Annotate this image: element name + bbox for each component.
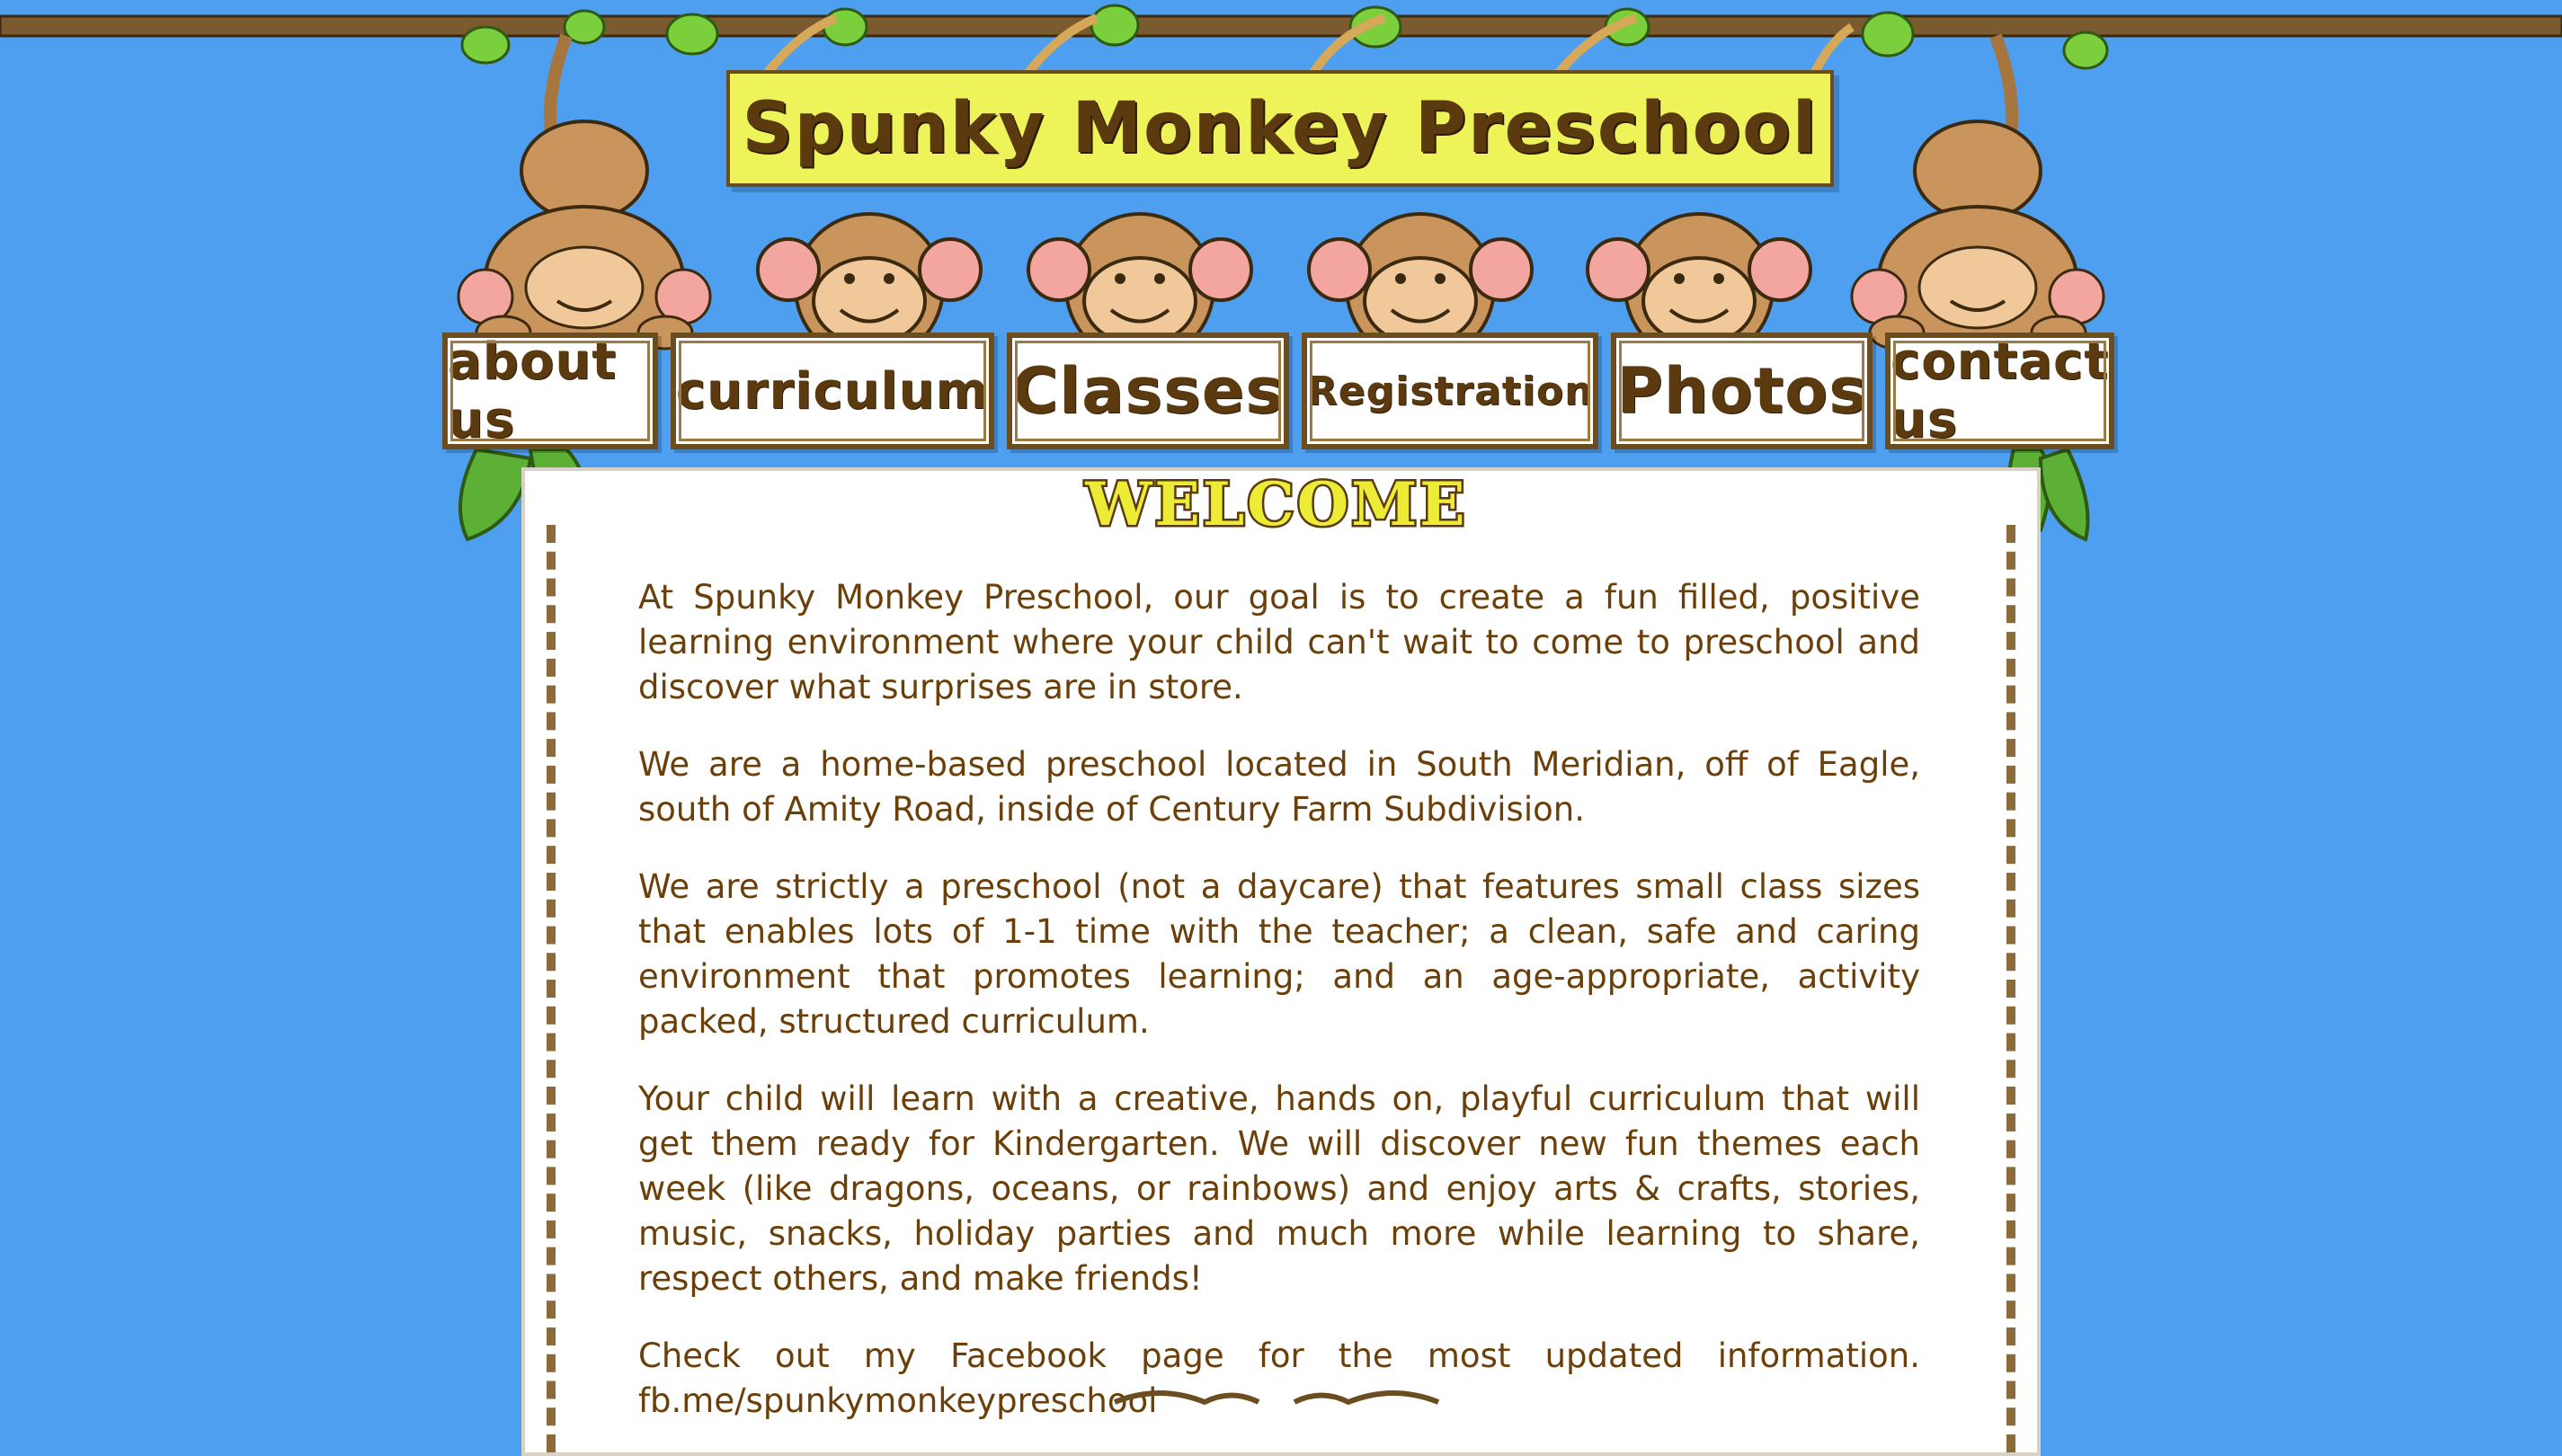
main-content: At Spunky Monkey Preschool, our goal is … [638, 575, 1920, 1456]
welcome-heading: WELCOME [1052, 467, 1501, 542]
main-nav: about us curriculum Classes Registration… [442, 333, 2114, 454]
nav-about-us[interactable]: about us [442, 333, 658, 449]
panel-dashed-border-right [2006, 525, 2015, 1452]
nav-about-us-label: about us [448, 333, 617, 449]
nav-curriculum-label: curriculum [675, 361, 989, 421]
nav-contact-us-label: contact us [1890, 333, 2109, 449]
paragraph-3: We are strictly a preschool (not a dayca… [638, 867, 1920, 1041]
nav-photos[interactable]: Photos [1611, 333, 1873, 449]
nav-registration-label: Registration [1306, 368, 1594, 414]
swirl-ornament [1113, 1390, 1440, 1405]
panel-dashed-border-left [547, 525, 556, 1452]
paragraph-2: We are a home-based preschool located in… [638, 745, 1920, 829]
monkey-right-hanging [1850, 33, 2105, 352]
monkey-left-hanging [457, 33, 712, 352]
facebook-link[interactable]: fb.me/spunkymonkeypreschool [638, 1381, 1157, 1420]
nav-contact-us[interactable]: contact us [1884, 333, 2114, 449]
nav-photos-label: Photos [1616, 354, 1867, 428]
facebook-paragraph: Check out my Facebook page for the most … [638, 1334, 1920, 1379]
facebook-text: Check out my Facebook page for the most … [638, 1336, 1920, 1375]
nav-registration[interactable]: Registration [1301, 333, 1599, 449]
nav-curriculum[interactable]: curriculum [670, 333, 994, 449]
paragraph-1: At Spunky Monkey Preschool, our goal is … [638, 578, 1920, 706]
nav-classes-label: Classes [1011, 354, 1284, 428]
nav-classes[interactable]: Classes [1006, 333, 1289, 449]
welcome-text: WELCOME [1083, 467, 1468, 542]
paragraph-4: Your child will learn with a creative, h… [638, 1079, 1920, 1298]
